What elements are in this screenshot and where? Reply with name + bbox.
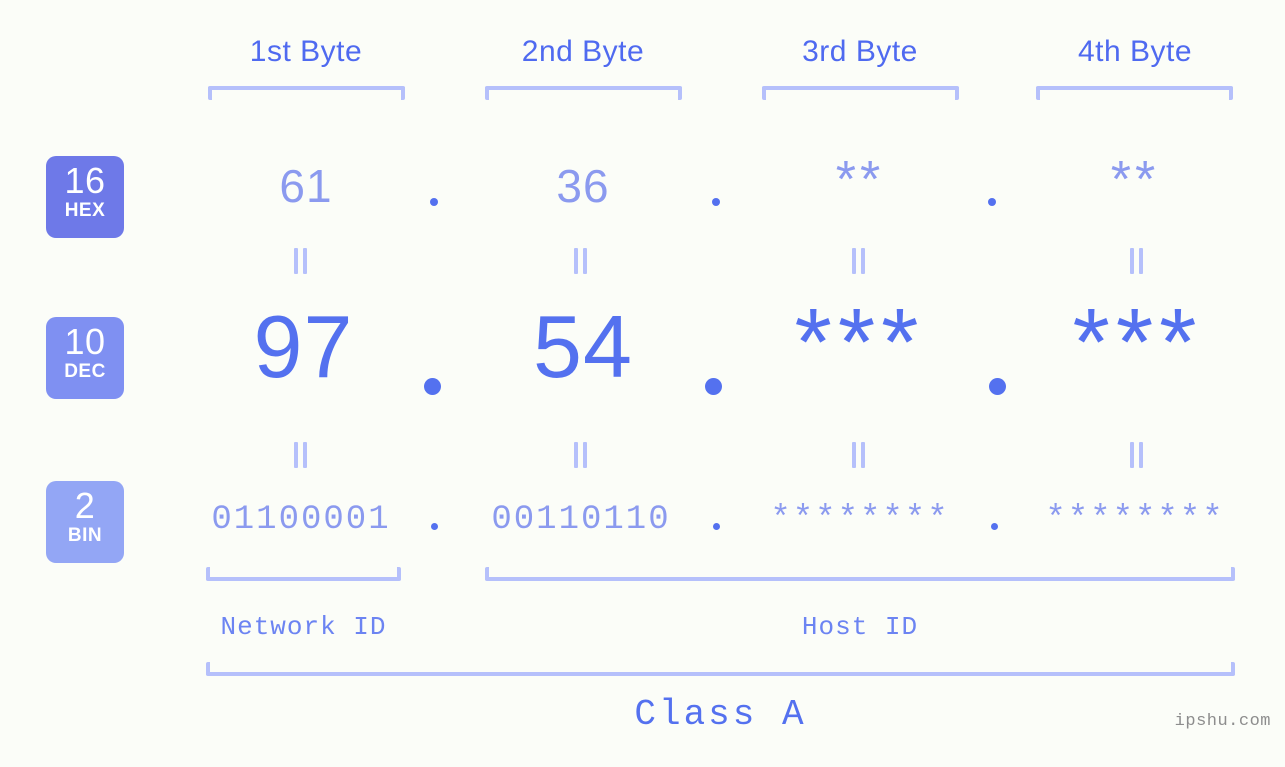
- equals-sign-2-1: [292, 442, 310, 468]
- bin-byte-1: 01100001: [211, 501, 391, 539]
- equals-sign-1-4: [1128, 248, 1146, 274]
- badge-dec: 10 DEC: [46, 317, 124, 399]
- dec-byte-4: ***: [1072, 289, 1203, 396]
- badge-hex: 16 HEX: [46, 156, 124, 238]
- bin-dot-2: [713, 523, 720, 530]
- badge-dec-number: 10: [64, 321, 106, 362]
- dec-dot-2: [705, 378, 722, 395]
- badge-bin: 2 BIN: [46, 481, 124, 563]
- badge-hex-label: HEX: [64, 200, 106, 221]
- bin-byte-3: ********: [770, 501, 950, 539]
- byte-bracket-2: [485, 86, 682, 100]
- badge-hex-number: 16: [64, 160, 106, 201]
- byte-header-2: 2nd Byte: [521, 35, 645, 68]
- hex-dot-1: [430, 198, 438, 206]
- equals-sign-1-2: [572, 248, 590, 274]
- hex-dot-2: [712, 198, 720, 206]
- class-bracket: [206, 662, 1235, 676]
- host-id-label: Host ID: [801, 612, 919, 642]
- bin-dot-1: [431, 523, 438, 530]
- dec-byte-3: ***: [794, 289, 925, 396]
- network-id-bracket: [206, 567, 401, 581]
- dec-byte-1: 97: [253, 297, 354, 396]
- network-id-label: Network ID: [220, 612, 387, 642]
- equals-sign-2-4: [1128, 442, 1146, 468]
- equals-sign-1-1: [292, 248, 310, 274]
- hex-byte-2: 36: [556, 160, 610, 212]
- bin-byte-2: 00110110: [491, 501, 671, 539]
- equals-sign-1-3: [850, 248, 868, 274]
- byte-header-3: 3rd Byte: [802, 35, 918, 68]
- dec-dot-1: [424, 378, 441, 395]
- byte-bracket-4: [1036, 86, 1233, 100]
- byte-header-4: 4th Byte: [1077, 35, 1193, 68]
- badge-dec-label: DEC: [64, 361, 106, 382]
- equals-sign-2-3: [850, 442, 868, 468]
- bin-byte-4: ********: [1045, 501, 1225, 539]
- badge-bin-number: 2: [74, 485, 96, 526]
- hex-byte-1: 61: [279, 160, 333, 212]
- badge-bin-label: BIN: [67, 525, 103, 546]
- bin-dot-3: [991, 523, 998, 530]
- byte-header-1: 1st Byte: [249, 35, 363, 68]
- byte-bracket-1: [208, 86, 405, 100]
- equals-sign-2-2: [572, 442, 590, 468]
- hex-dot-3: [988, 198, 996, 206]
- ip-address-breakdown-diagram: 1st Byte 2nd Byte 3rd Byte 4th Byte 16 H…: [0, 0, 1285, 767]
- watermark: ipshu.com: [1174, 712, 1271, 731]
- dec-dot-3: [989, 378, 1006, 395]
- hex-byte-4: **: [1110, 151, 1160, 209]
- byte-bracket-3: [762, 86, 959, 100]
- class-label: Class A: [634, 694, 807, 735]
- dec-byte-2: 54: [533, 297, 633, 396]
- host-id-bracket: [485, 567, 1235, 581]
- hex-byte-3: **: [835, 151, 885, 209]
